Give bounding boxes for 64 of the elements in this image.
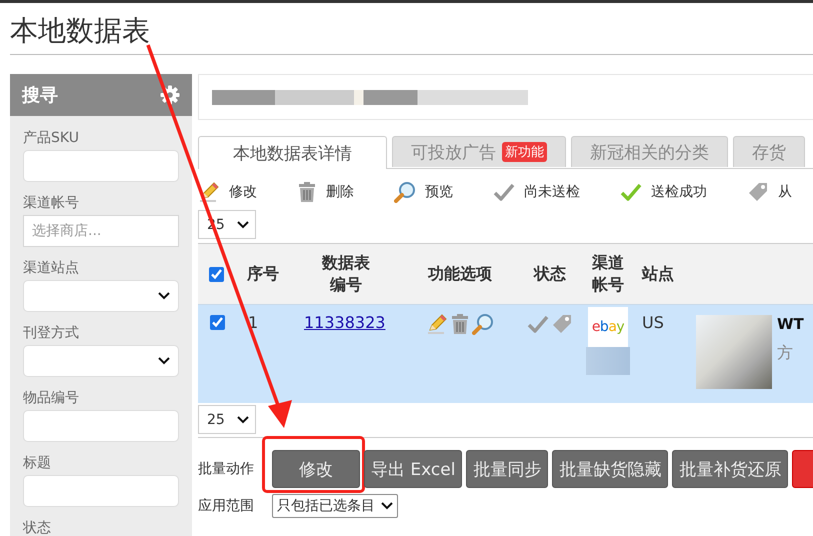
search-icon[interactable] bbox=[472, 313, 494, 335]
pencil-icon[interactable] bbox=[426, 313, 448, 335]
field-label: 刊登方式 bbox=[23, 324, 80, 343]
field-label: 渠道帐号 bbox=[23, 194, 80, 213]
checkmark-icon bbox=[527, 313, 549, 335]
toolbar-button[interactable]: 尚未送检 bbox=[493, 181, 580, 203]
listing-title: WT bbox=[777, 315, 804, 333]
settings-icon[interactable] bbox=[160, 85, 180, 105]
bulk-action-button[interactable]: 导出 Excel bbox=[364, 450, 462, 488]
bulk-action-button[interactable]: 批量同步 bbox=[466, 450, 548, 488]
tag-icon bbox=[747, 181, 769, 203]
scope-label: 应用范围 bbox=[198, 497, 255, 515]
select-all-checkbox[interactable] bbox=[208, 266, 224, 282]
channel-logo: ebay bbox=[588, 307, 628, 347]
bulk-actions-label: 批量动作 bbox=[198, 460, 255, 478]
trash-icon bbox=[297, 181, 317, 203]
dropdown-field[interactable] bbox=[23, 345, 179, 377]
checkmark-icon bbox=[620, 181, 642, 203]
column-header: 渠道帐号 bbox=[591, 252, 625, 296]
chevron-icon bbox=[381, 502, 393, 510]
tab[interactable]: 可投放广告 新功能 bbox=[392, 136, 566, 167]
field-label: 产品SKU bbox=[23, 129, 80, 148]
toolbar-button[interactable]: 送检成功 bbox=[620, 181, 707, 203]
field-label: 渠道站点 bbox=[23, 259, 80, 278]
column-header: 功能选项 bbox=[428, 263, 492, 285]
toolbar-button[interactable]: 修改 bbox=[198, 181, 257, 203]
bulk-action-button[interactable]: 修改 bbox=[272, 450, 360, 488]
column-header: 数据表编号 bbox=[320, 252, 371, 296]
checkmark-icon bbox=[493, 181, 515, 203]
input-field[interactable] bbox=[23, 150, 179, 182]
listing-subtitle: 方 bbox=[777, 343, 794, 364]
column-header: 状态 bbox=[534, 263, 566, 285]
search-icon bbox=[394, 181, 416, 203]
toolbar-button[interactable]: 预览 bbox=[394, 181, 453, 203]
trash-icon[interactable] bbox=[450, 313, 470, 335]
field-label: 物品编号 bbox=[23, 389, 80, 408]
bulk-action-button[interactable]: 批量补货还原 bbox=[672, 450, 788, 488]
sheet-id-link[interactable]: 11338323 bbox=[292, 313, 386, 332]
blurred-block bbox=[586, 347, 630, 375]
input-field[interactable] bbox=[23, 475, 179, 507]
row-checkbox[interactable] bbox=[210, 315, 225, 330]
chevron-icon bbox=[158, 292, 170, 300]
chevron-icon bbox=[237, 220, 249, 228]
chevron-icon bbox=[158, 357, 170, 365]
input-field[interactable] bbox=[23, 410, 179, 442]
bulk-action-button[interactable]: 批量缺货隐藏 bbox=[552, 450, 668, 488]
new-badge: 新功能 bbox=[502, 142, 547, 162]
field-label: 标题 bbox=[23, 454, 52, 473]
page-title: 本地数据表 bbox=[10, 13, 150, 49]
toolbar-button[interactable]: 从 bbox=[747, 181, 792, 203]
field-label: 状态 bbox=[23, 519, 52, 536]
page-size-select[interactable]: 25 bbox=[198, 405, 256, 434]
panel-title: 搜寻 bbox=[22, 84, 58, 107]
tab[interactable]: 本地数据表详情 bbox=[198, 136, 387, 169]
column-header: 站点 bbox=[640, 263, 674, 285]
scope-select[interactable]: 只包括已选条目 bbox=[272, 494, 398, 518]
tag-icon bbox=[551, 313, 573, 335]
pencil-icon bbox=[198, 181, 220, 203]
column-header: 序号 bbox=[247, 263, 279, 285]
dropdown-field[interactable] bbox=[23, 280, 179, 312]
toolbar-button[interactable]: 删除 bbox=[297, 181, 354, 203]
chevron-icon bbox=[237, 416, 249, 424]
table-cell-text: US bbox=[641, 313, 664, 332]
input-field[interactable]: 选择商店... bbox=[23, 215, 179, 247]
